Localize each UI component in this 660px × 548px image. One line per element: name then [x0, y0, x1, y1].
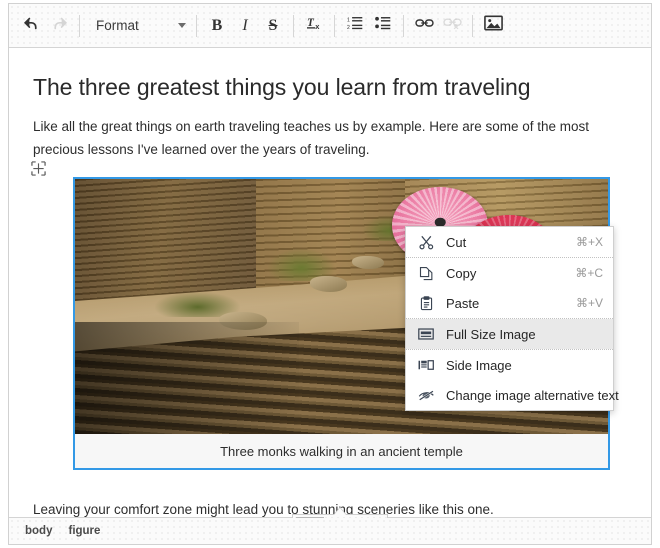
format-dropdown[interactable]: Format — [86, 12, 190, 40]
context-menu-label: Cut — [446, 234, 467, 250]
redo-button[interactable] — [45, 12, 73, 40]
page-title: The three greatest things you learn from… — [33, 74, 531, 100]
image-icon — [483, 15, 503, 36]
remove-format-icon: T x — [305, 14, 324, 37]
context-menu-item-full-size-image[interactable]: Full Size Image — [406, 319, 613, 349]
toolbar-separator-2 — [196, 14, 197, 37]
scissors-icon — [415, 234, 437, 250]
bold-icon: B — [211, 16, 223, 34]
svg-text:1: 1 — [347, 17, 350, 23]
drag-handle-icon[interactable] — [31, 161, 46, 177]
balloon-full-size-image-button[interactable] — [296, 517, 324, 518]
bulleted-list-button[interactable] — [369, 12, 397, 40]
format-dropdown-label: Format — [96, 18, 139, 33]
editor-toolbar: Format B I S T x 1 2 — [9, 4, 651, 48]
toolbar-separator-4 — [334, 14, 335, 37]
side-image-icon — [415, 357, 437, 373]
bold-button[interactable]: B — [203, 12, 231, 40]
strikethrough-button[interactable]: S — [259, 12, 287, 40]
element-path-body[interactable]: body — [25, 525, 52, 537]
undo-button[interactable] — [17, 12, 45, 40]
context-menu-item-change-alt-text[interactable]: Change image alternative text — [406, 380, 619, 410]
paragraph-intro: Like all the great things on earth trave… — [33, 119, 590, 158]
svg-text:2: 2 — [347, 25, 350, 31]
toolbar-separator-1 — [79, 14, 80, 37]
svg-text:x: x — [315, 22, 320, 31]
eye-slash-icon — [415, 387, 437, 403]
editor-frame: Format B I S T x 1 2 The three greatest … — [8, 3, 652, 545]
context-menu-item-cut[interactable]: Cut ⌘+X — [406, 227, 613, 257]
context-menu-label: Side Image — [446, 357, 512, 373]
copy-icon — [415, 265, 437, 281]
toolbar-separator-3 — [293, 14, 294, 37]
redo-icon — [51, 15, 68, 37]
element-path-bar: body figure — [9, 517, 651, 544]
context-menu-label: Paste — [446, 295, 480, 311]
context-menu-item-copy[interactable]: Copy ⌘+C — [406, 258, 613, 288]
unlink-icon — [442, 15, 462, 36]
context-menu-label: Change image alternative text — [446, 387, 619, 403]
context-menu-shortcut: ⌘+X — [575, 235, 603, 249]
unlink-button[interactable] — [438, 12, 466, 40]
chevron-down-icon — [178, 23, 186, 28]
context-menu-item-side-image[interactable]: Side Image — [406, 350, 613, 380]
image-balloon-toolbar — [292, 514, 388, 518]
balloon-side-image-button[interactable] — [324, 517, 352, 518]
toolbar-separator-5 — [403, 14, 404, 37]
numbered-list-button[interactable]: 1 2 — [341, 12, 369, 40]
link-icon — [414, 15, 434, 36]
full-size-image-icon — [415, 326, 437, 342]
context-menu-item-paste[interactable]: Paste ⌘+V — [406, 288, 613, 318]
context-menu-label: Copy — [446, 265, 477, 281]
element-path-figure[interactable]: figure — [68, 525, 100, 537]
editor-window: Format B I S T x 1 2 The three greatest … — [0, 0, 660, 548]
clipboard-icon — [415, 295, 437, 311]
context-menu-shortcut: ⌘+C — [575, 266, 603, 280]
toolbar-separator-6 — [472, 14, 473, 37]
balloon-change-alt-text-button[interactable] — [352, 517, 380, 518]
editor-content-area[interactable]: The three greatest things you learn from… — [9, 48, 651, 518]
strikethrough-icon: S — [268, 16, 278, 34]
remove-format-button[interactable]: T x — [300, 12, 328, 40]
numbered-list-icon: 1 2 — [347, 15, 364, 36]
context-menu-shortcut: ⌘+V — [575, 296, 603, 310]
italic-button[interactable]: I — [231, 12, 259, 40]
link-button[interactable] — [410, 12, 438, 40]
context-menu-label: Full Size Image — [446, 326, 536, 342]
figure-caption[interactable]: Three monks walking in an ancient temple — [75, 434, 608, 469]
italic-icon: I — [242, 16, 248, 34]
bulleted-list-icon — [374, 15, 392, 36]
insert-image-button[interactable] — [479, 12, 507, 40]
undo-icon — [23, 15, 40, 37]
image-context-menu: Cut ⌘+X Copy ⌘+C Paste ⌘+V Full Size Ima… — [405, 226, 619, 411]
